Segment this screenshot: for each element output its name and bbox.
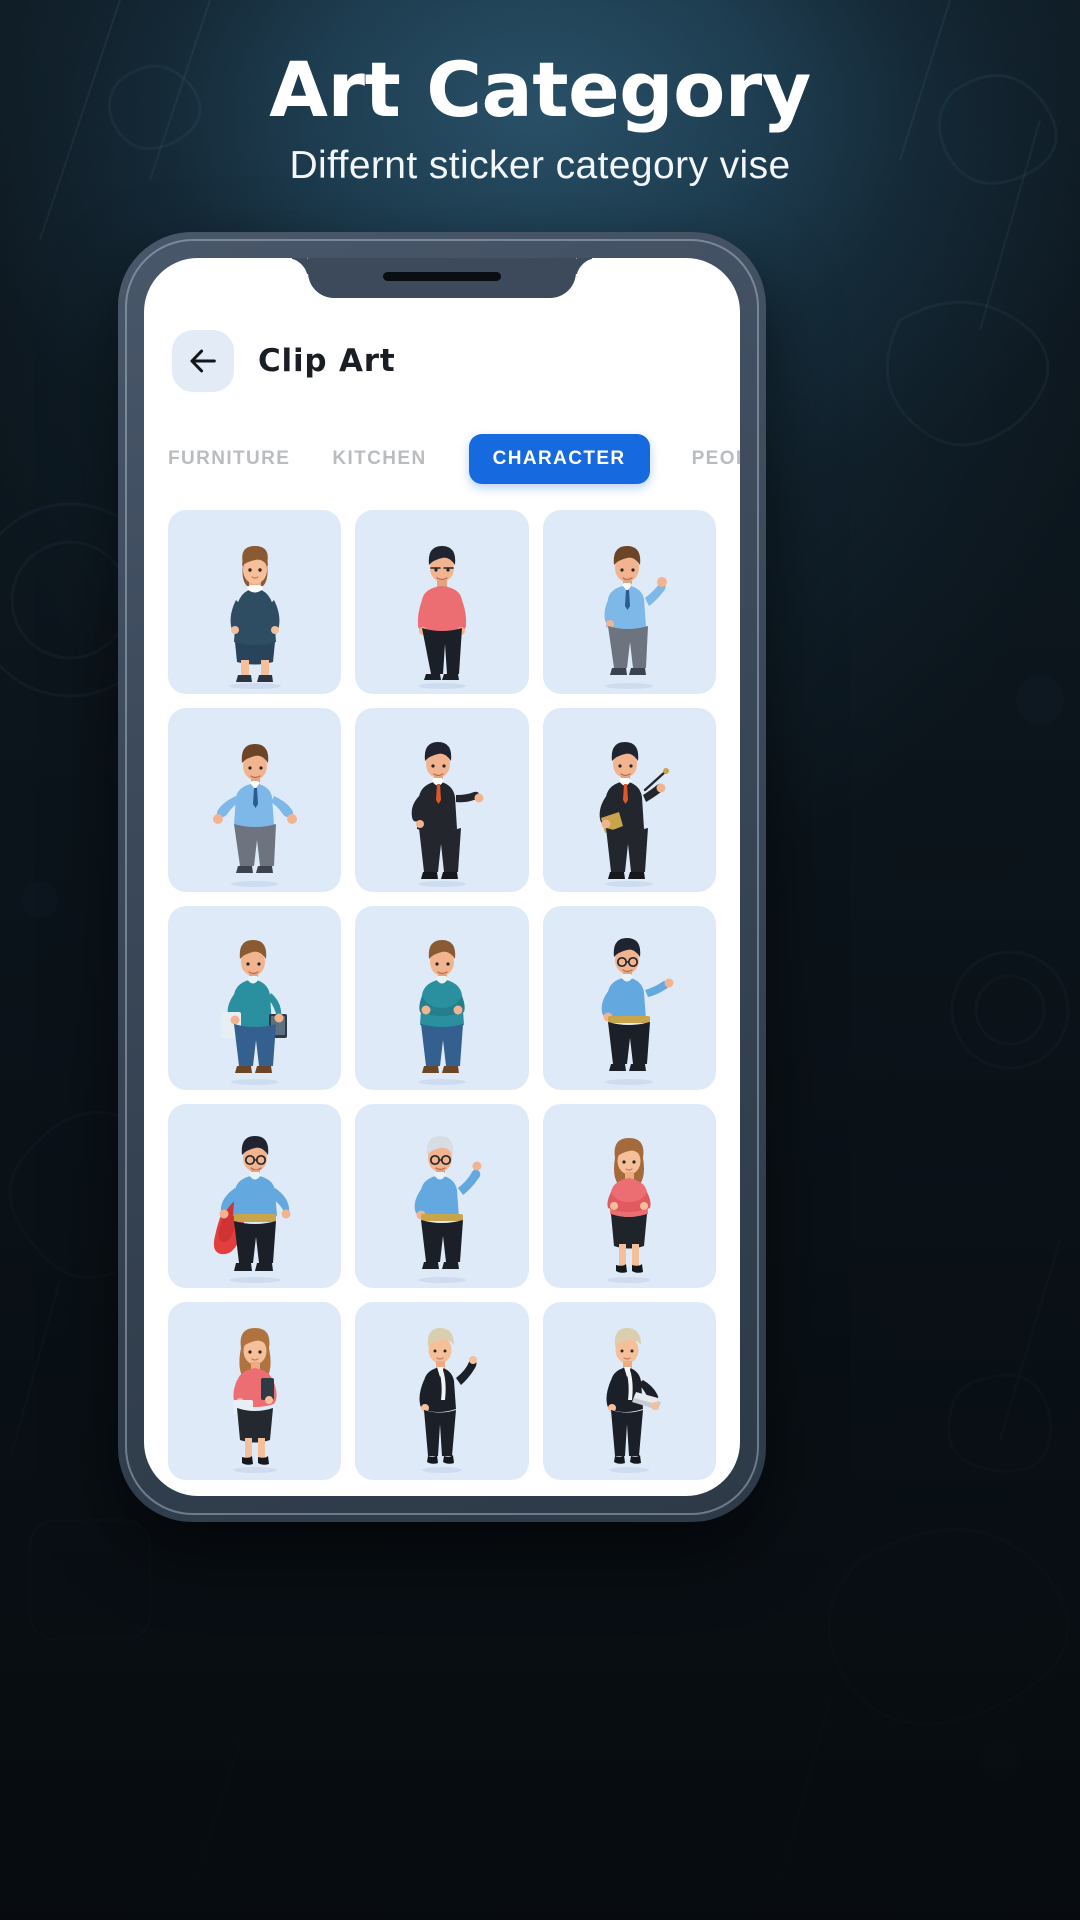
sticker-card[interactable] [355, 1302, 529, 1480]
superhero-red-cape-glasses-icon [213, 1136, 291, 1283]
sticker-card[interactable] [542, 708, 716, 892]
blonde-woman-black-suit-laptop-icon [606, 1328, 662, 1473]
sticker-grid [166, 510, 718, 1480]
sticker-card[interactable] [168, 510, 342, 694]
man-blue-shirt-tie-waving-icon [604, 546, 668, 689]
woman-pink-blouse-tablet-icon [232, 1328, 277, 1473]
sticker-card[interactable] [168, 1302, 342, 1480]
sticker-card[interactable] [542, 906, 716, 1090]
tab-kitchen[interactable]: KITCHEN [332, 434, 426, 484]
sticker-card[interactable] [168, 906, 342, 1090]
sticker-card[interactable] [542, 510, 716, 694]
sticker-card[interactable] [542, 1302, 716, 1480]
sticker-card[interactable] [355, 708, 529, 892]
back-button[interactable] [172, 330, 234, 392]
promo-subtitle: Differnt sticker category vise [289, 144, 791, 187]
man-blue-shirt-tie-shrugging-icon [212, 744, 297, 887]
sticker-card[interactable] [355, 1104, 529, 1288]
businessman-suit-pointer-folder-icon [599, 742, 670, 887]
tab-character[interactable]: CHARACTER [468, 434, 650, 484]
phone-screen: Clip Art FURNITURE KITCHEN CHARACTER PEO… [144, 258, 740, 1496]
phone-mockup: Clip Art FURNITURE KITCHEN CHARACTER PEO… [118, 232, 766, 1522]
tab-people[interactable]: PEOPLE [692, 434, 740, 484]
arrow-left-icon [190, 349, 216, 373]
businessman-black-suit-pointing-icon [411, 742, 484, 887]
man-glasses-blue-shirt-waving-icon [414, 1136, 482, 1283]
sticker-card[interactable] [542, 1104, 716, 1288]
businesswoman-navy-dress-icon [228, 546, 281, 689]
promo-title: Art Category [269, 45, 811, 134]
man-teal-suit-arms-crossed-icon [417, 940, 466, 1085]
man-teal-shirt-tablet-icon [220, 940, 287, 1085]
sticker-card[interactable] [168, 708, 342, 892]
category-tabs: FURNITURE KITCHEN CHARACTER PEOPLE [166, 434, 740, 484]
sticker-card[interactable] [355, 510, 529, 694]
blonde-woman-black-suit-waving-icon [419, 1328, 477, 1473]
sticker-card[interactable] [355, 906, 529, 1090]
woman-pink-top-black-skirt-icon [607, 1138, 652, 1283]
promo-headline: Art Category Differnt sticker category v… [0, 52, 1080, 188]
man-glasses-blue-shirt-pointing-icon [601, 938, 674, 1085]
phone-earpiece-speaker [383, 272, 501, 281]
sticker-card[interactable] [168, 1104, 342, 1288]
page-title: Clip Art [258, 343, 396, 379]
man-pink-tshirt-black-pants-icon [417, 546, 467, 689]
tab-furniture[interactable]: FURNITURE [168, 434, 290, 484]
app-content: Clip Art FURNITURE KITCHEN CHARACTER PEO… [144, 258, 740, 1496]
